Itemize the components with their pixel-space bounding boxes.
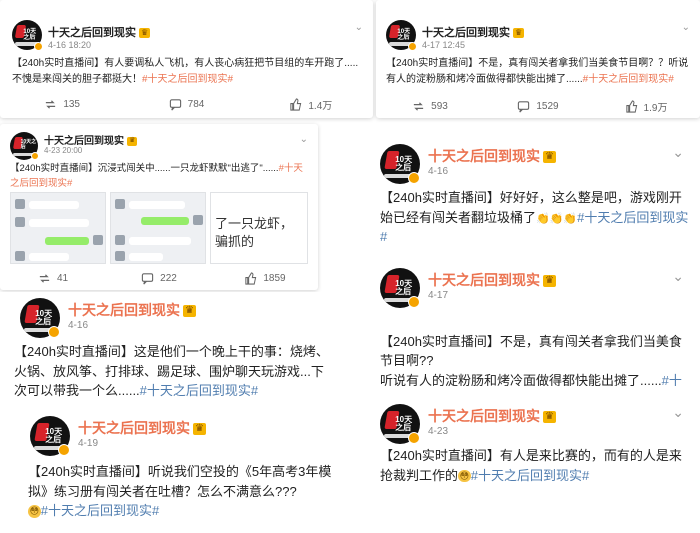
- post-date: 4-23 20:00: [44, 146, 83, 155]
- post-actions: 135 784 1.4万: [0, 96, 373, 112]
- comment-icon: [169, 98, 181, 110]
- hashtag-link[interactable]: #十天之后回到现实#: [471, 468, 589, 483]
- verified-badge-icon: [58, 444, 70, 456]
- hashtag-link[interactable]: #十天之后回到现实#: [41, 503, 159, 518]
- post-text: 【240h实时直播间】有人要调私人飞机，有人丧心病狂把节目组的车开跑了.....…: [12, 58, 359, 85]
- vip-crown-icon: ♛: [183, 305, 196, 318]
- like-button[interactable]: 1.4万: [249, 96, 373, 112]
- verified-badge-icon: [48, 326, 60, 338]
- account-name[interactable]: 十天之后回到现实 ♛: [68, 300, 196, 320]
- comment-icon: [141, 272, 154, 284]
- account-name[interactable]: 十天之后回到现实 ♛: [44, 132, 138, 147]
- account-name[interactable]: 十天之后回到现实 ♛: [422, 24, 525, 40]
- post-date: 4-23: [428, 426, 449, 437]
- thumbs-up-icon: [290, 97, 302, 111]
- post-card-4: 10天之后 十天之后回到现实 ♛ 4-16 ⌄ 【240h实时直播间】好好好，这么…: [372, 138, 700, 248]
- post-text: 【240h实时直播间】这是他们一个晚上干的事：烧烤、火锅、放风筝、打排球、踢足球…: [14, 344, 329, 398]
- chevron-down-icon[interactable]: ⌄: [682, 22, 690, 33]
- post-card-1: 10天之后 十天之后回到现实 ♛ 4-16 18:20 ⌄ 【240h实时直播间】…: [0, 0, 373, 118]
- post-date: 4-19: [78, 438, 99, 449]
- vip-crown-icon: ♛: [193, 423, 206, 436]
- vip-crown-icon: ♛: [139, 28, 151, 38]
- verified-badge-icon: [408, 42, 417, 51]
- repost-icon: [414, 101, 424, 111]
- repost-icon: [46, 99, 56, 109]
- account-name[interactable]: 十天之后回到现实 ♛: [78, 418, 206, 438]
- post-text: 【240h实时直播间】听说我们空投的《5年高考3年模拟》练习册有闯关者在吐槽？怎…: [28, 464, 332, 518]
- verified-badge-icon: [408, 296, 420, 308]
- account-name[interactable]: 十天之后回到现实 ♛: [428, 270, 556, 290]
- post-text: 【240h实时直播间】好好好，这么整是吧，游戏刚开始已经有闯关者翻垃圾桶了👏👏👏…: [380, 190, 689, 244]
- post-card-7: 10天之后 十天之后回到现实 ♛ 4-19 【240h实时直播间】听说我们空投的《…: [20, 416, 350, 528]
- thumbs-up-icon: [625, 99, 637, 113]
- comment-button[interactable]: 784: [124, 96, 248, 112]
- comment-icon: [518, 100, 530, 112]
- post-card-5: 10天之后 十天之后回到现实 ♛ 4-16 【240h实时直播间】这是他们一个晚上…: [0, 292, 340, 414]
- vip-crown-icon: ♛: [543, 411, 556, 424]
- repost-button[interactable]: 41: [0, 270, 106, 286]
- account-name[interactable]: 十天之后回到现实 ♛: [428, 146, 556, 166]
- post-date: 4-17: [428, 290, 449, 301]
- account-name[interactable]: 十天之后回到现实 ♛: [48, 24, 151, 40]
- embarrassed-emoji: 😳: [28, 505, 41, 518]
- verified-badge-icon: [408, 172, 420, 184]
- post-date: 4-16: [428, 166, 449, 177]
- repost-icon: [39, 273, 50, 283]
- verified-badge-icon: [408, 432, 420, 444]
- clap-emoji: 👏👏👏: [536, 212, 578, 225]
- post-text: 【240h实时直播间】不是，真有闯关者拿我们当美食节目啊？？听说有人的淀粉肠和烤…: [386, 58, 689, 85]
- verified-badge-icon: [31, 152, 39, 160]
- post-card-8: 10天之后 十天之后回到现实 ♛ 4-23 ⌄ 【240h实时直播间】有人是来比赛…: [372, 400, 700, 510]
- post-text: 【240h实时直播间】沉浸式闯关中......一只龙虾默默"出逃了"......…: [10, 163, 303, 189]
- vip-crown-icon: ♛: [513, 28, 525, 38]
- post-date: 4-17 12:45: [422, 40, 466, 50]
- post-text: 【240h实时直播间】不是，真有闯关者拿我们当美食节目啊?? 听说有人的淀粉肠和…: [380, 312, 692, 387]
- like-button[interactable]: 1.9万: [592, 98, 700, 114]
- like-button[interactable]: 1859: [212, 270, 318, 286]
- chevron-down-icon[interactable]: ⌄: [672, 144, 684, 161]
- post-image-1[interactable]: [10, 192, 106, 264]
- chevron-down-icon[interactable]: ⌄: [672, 404, 684, 421]
- hashtag-link[interactable]: #十天之后回到现实#: [142, 74, 233, 85]
- chevron-down-icon[interactable]: ⌄: [672, 268, 684, 285]
- post-card-3: 10天之后 十天之后回到现实 ♛ 4-23 20:00 ⌄ 【240h实时直播间】…: [0, 124, 318, 290]
- post-card-2: 10天之后 十天之后回到现实 ♛ 4-17 12:45 ⌄ 【240h实时直播间】…: [376, 0, 700, 118]
- post-date: 4-16 18:20: [48, 40, 92, 50]
- post-image-3[interactable]: 了一只龙虾，骗抓的: [210, 192, 308, 264]
- hashtag-link[interactable]: #十天之后回到现实#: [583, 74, 674, 85]
- vip-crown-icon: ♛: [543, 151, 556, 164]
- verified-badge-icon: [34, 42, 43, 51]
- thumbs-up-icon: [245, 271, 257, 285]
- chevron-down-icon[interactable]: ⌄: [355, 22, 363, 33]
- repost-button[interactable]: 593: [376, 98, 484, 114]
- hashtag-link[interactable]: #十天之后回到现实#: [140, 383, 258, 398]
- comment-button[interactable]: 1529: [484, 98, 592, 114]
- post-text: 【240h实时直播间】有人是来比赛的，而有的人是来抢裁判工作的 😳 #十天之后回到现…: [380, 448, 682, 483]
- chevron-down-icon[interactable]: ⌄: [300, 134, 308, 145]
- vip-crown-icon: ♛: [127, 137, 138, 146]
- post-actions: 41 222 1859: [0, 270, 318, 286]
- post-image-2[interactable]: [110, 192, 206, 264]
- post-date: 4-16: [68, 320, 89, 331]
- embarrassed-emoji: 😳: [458, 469, 471, 483]
- vip-crown-icon: ♛: [543, 275, 556, 288]
- account-name[interactable]: 十天之后回到现实 ♛: [428, 406, 556, 426]
- post-image-caption: 了一只龙虾，骗抓的: [215, 216, 294, 249]
- comment-button[interactable]: 222: [106, 270, 212, 286]
- repost-button[interactable]: 135: [0, 96, 124, 112]
- post-card-6: 10天之后 十天之后回到现实 ♛ 4-17 ⌄ 【240h实时直播间】不是，真有闯…: [372, 262, 700, 386]
- post-actions: 593 1529 1.9万: [376, 98, 700, 114]
